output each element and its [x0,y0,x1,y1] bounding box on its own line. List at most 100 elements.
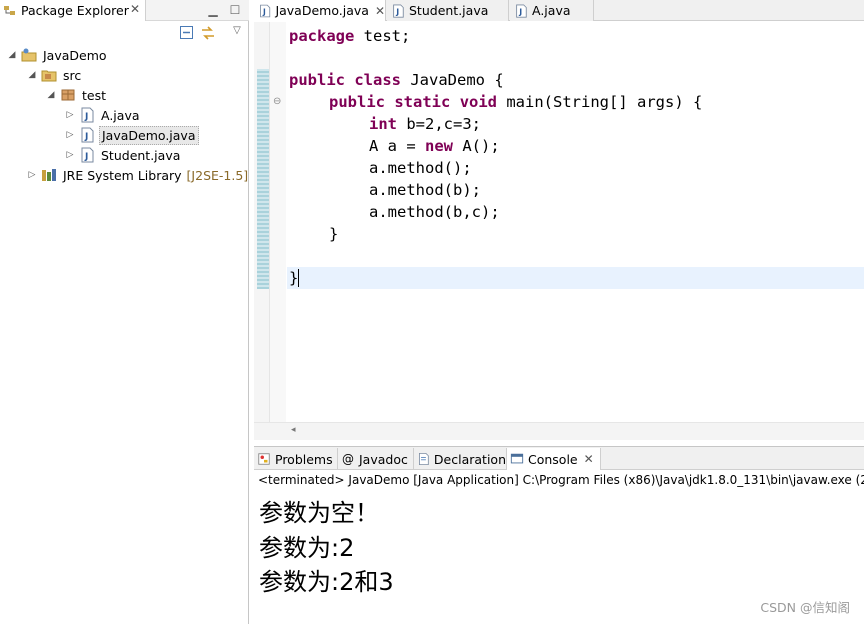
console-icon [510,453,524,464]
code-line: a.method(b,c); [369,203,500,221]
fold-collapse-icon[interactable]: ⊖ [273,96,281,107]
current-line-highlight [287,267,864,289]
expanded-arrow-icon[interactable]: ◢ [45,90,57,100]
explorer-toolbar: ▽ [0,22,249,44]
svg-text:J: J [395,7,399,16]
editor-ruler [254,22,270,422]
console-output-line: 参数为:2和3 [259,568,394,596]
tab-label: Console [528,451,578,467]
collapsed-arrow-icon[interactable]: ▷ [64,130,76,140]
tree-item-package[interactable]: ◢ test [45,85,108,105]
scroll-left-arrow-icon[interactable]: ◂ [291,425,296,435]
tab-problems[interactable]: Problems [254,448,338,470]
tab-a-java[interactable]: J A.java [510,0,594,21]
package-explorer-icon [4,5,15,15]
svg-text:J: J [84,112,88,122]
editor-tab-bar: J JavaDemo.java ✕ J Student.java J A.jav… [254,0,864,21]
code-keyword: class [354,71,402,89]
package-icon [61,89,75,101]
view-menu-chevron-down-icon[interactable]: ▽ [230,24,244,38]
javadoc-at-icon: @ [342,452,354,466]
quick-diff-change-bar [257,69,269,289]
code-keyword: void [459,93,498,111]
maximize-icon[interactable]: ☐ [228,3,242,17]
tab-javadoc[interactable]: @ Javadoc [338,448,414,470]
tree-item-jre-library[interactable]: ▷ JRE System Library [J2SE-1.5] [26,165,249,185]
tab-label: Problems [275,451,333,467]
text-caret [298,269,299,287]
code-keyword: static [394,93,451,111]
tree-label-jre: JRE System Library [63,167,182,183]
collapsed-arrow-icon[interactable]: ▷ [26,170,38,180]
collapsed-arrow-icon[interactable]: ▷ [64,150,76,160]
close-icon[interactable]: ✕ [584,452,594,466]
tree-label-file-selected: JavaDemo.java [99,125,199,145]
jre-version-label: [J2SE-1.5] [186,167,249,183]
code-line: a.method(); [369,159,472,177]
explorer-tab-bar: Package Explorer ✕ ▁ ☐ [0,0,249,21]
code-line: } [289,269,299,287]
code-keyword: package [289,27,355,45]
console-status-line: <terminated> JavaDemo [Java Application]… [258,473,864,487]
code-line: public static void main(String[] args) { [329,91,702,113]
library-icon [42,169,56,181]
folding-column: ⊖ [270,22,286,422]
code-line: A a = new A(); [369,135,500,157]
horizontal-scrollbar[interactable]: ◂ [254,422,864,440]
source-folder-icon [41,70,57,82]
package-explorer-panel: Package Explorer ✕ ▁ ☐ ▽ ◢ JavaDemo ◢ sr… [0,0,249,624]
collapse-all-icon[interactable] [179,25,195,41]
close-icon[interactable]: ✕ [130,2,140,16]
tab-label: Javadoc [359,451,408,467]
code-text: main(String[] args) { [497,93,703,111]
code-text: A a = [369,137,425,155]
tree-label-file: Student.java [101,147,181,163]
tab-javademo-java[interactable]: J JavaDemo.java ✕ [254,0,386,21]
collapsed-arrow-icon[interactable]: ▷ [64,110,76,120]
java-project-icon [21,48,37,62]
problems-icon [258,453,270,465]
tree-item-project[interactable]: ◢ JavaDemo [6,45,109,65]
code-line: public class JavaDemo { [289,69,504,91]
tab-label: Student.java [409,3,489,18]
watermark-text: CSDN @信知阁 [760,600,850,615]
close-icon[interactable]: ✕ [375,4,385,18]
svg-text:J: J [84,132,88,142]
expanded-arrow-icon[interactable]: ◢ [6,50,18,60]
code-text-area[interactable]: package test; public class JavaDemo { pu… [287,22,864,422]
tree-item-file[interactable]: ▷ J JavaDemo.java [64,125,199,145]
minimize-icon[interactable]: ▁ [206,3,220,17]
code-keyword: int [369,115,397,133]
code-keyword: new [425,137,453,155]
code-text: b=2,c=3; [397,115,481,133]
code-text: JavaDemo { [401,71,504,89]
code-text: test; [354,27,411,45]
java-file-icon: J [516,3,527,18]
tab-console[interactable]: Console ✕ [507,448,601,470]
tree-label-src: src [63,67,82,83]
tab-student-java[interactable]: J Student.java [387,0,509,21]
console-output-line: 参数为空！ [259,499,379,527]
link-with-editor-icon[interactable] [200,25,216,41]
tree-item-src[interactable]: ◢ src [26,65,83,85]
java-file-icon: J [393,3,404,18]
code-line: a.method(b); [369,181,481,199]
tab-label: Declaration [433,451,506,467]
tab-package-explorer[interactable]: Package Explorer ✕ [0,0,146,21]
tree-item-file[interactable]: ▷ J Student.java [64,145,182,165]
tree-label-file: A.java [101,107,140,123]
code-text: A(); [453,137,500,155]
declaration-icon [419,452,429,466]
svg-text:J: J [84,152,88,162]
code-keyword: public [289,71,345,89]
java-file-icon: J [81,127,94,143]
code-keyword: public [329,93,385,111]
bottom-tab-bar: Problems @ Javadoc Declaration Console ✕ [254,447,864,470]
code-line: package test; [289,25,410,47]
tree-label-package: test [82,87,107,103]
console-output-line: 参数为:2 [259,534,355,562]
expanded-arrow-icon[interactable]: ◢ [26,70,38,80]
tab-declaration[interactable]: Declaration [414,448,507,470]
java-file-icon: J [81,147,94,163]
tree-item-file[interactable]: ▷ J A.java [64,105,142,125]
